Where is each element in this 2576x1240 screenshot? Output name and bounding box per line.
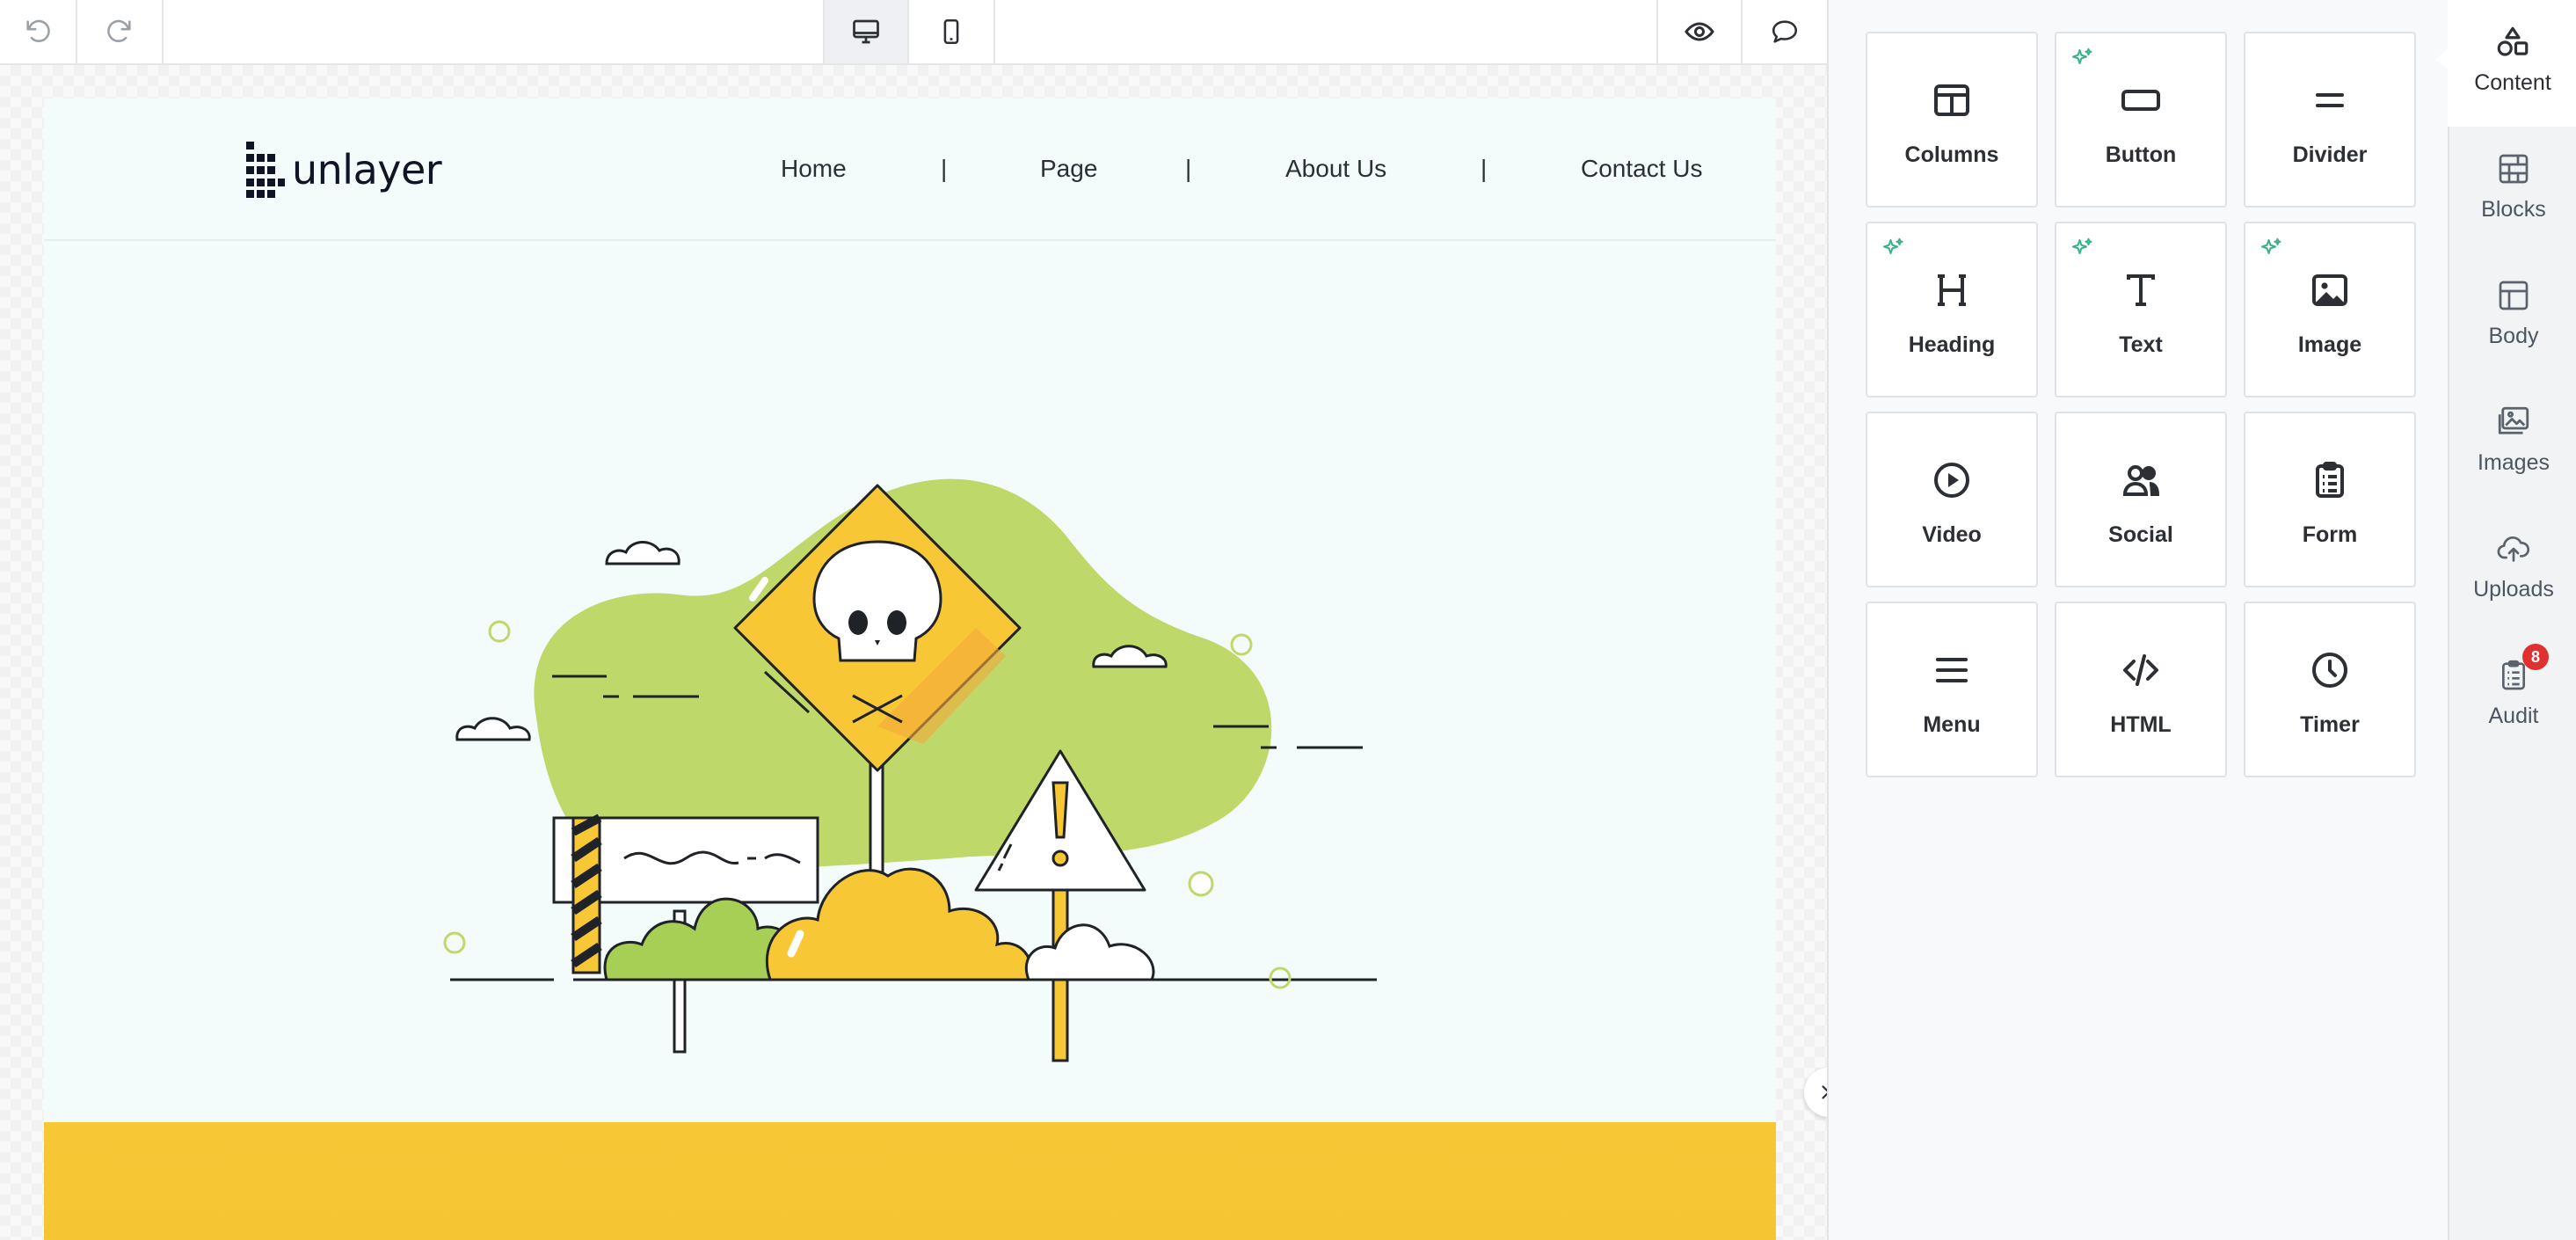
nav-item-about-us[interactable]: About Us <box>1285 155 1386 183</box>
tab-label: Images <box>2478 450 2550 475</box>
tile-menu[interactable]: Menu <box>1866 602 2038 777</box>
nav-separator: | <box>1481 155 1488 182</box>
tile-social[interactable]: Social <box>2055 412 2227 587</box>
image-icon <box>2312 274 2347 306</box>
undo-button[interactable] <box>0 0 77 63</box>
mobile-view-button[interactable] <box>909 0 995 63</box>
tile-button[interactable]: Button <box>2055 32 2227 208</box>
logo-mark-icon <box>246 142 285 198</box>
html-icon <box>2123 654 2158 686</box>
tile-html[interactable]: HTML <box>2055 602 2227 777</box>
text-icon <box>2127 274 2155 306</box>
tile-image[interactable]: Image <box>2244 222 2416 398</box>
tab-label: Blocks <box>2481 197 2546 222</box>
undo-icon <box>26 19 50 42</box>
desktop-view-button[interactable] <box>823 0 909 63</box>
tile-label: Divider <box>2292 142 2368 167</box>
sparkles-icon <box>2261 237 2281 254</box>
divider-icon <box>2316 93 2344 107</box>
eye-icon <box>1685 22 1714 41</box>
tile-label: Columns <box>1904 142 1999 167</box>
yellow-section[interactable] <box>44 1122 1776 1240</box>
email-header[interactable]: unlayer Home | Page | About Us | Contact… <box>44 98 1776 241</box>
mobile-icon <box>943 18 959 45</box>
tab-images[interactable]: Images <box>2449 380 2576 507</box>
email-nav-menu: Home | Page | About Us | Contact Us <box>737 155 1730 190</box>
editor-area: unlayer Home | Page | About Us | Contact… <box>0 0 1827 1240</box>
tile-label: Image <box>2297 332 2362 357</box>
comment-icon <box>1772 20 1798 43</box>
video-icon <box>1934 463 1969 498</box>
tab-label: Audit <box>2488 704 2539 728</box>
tile-label: Text <box>2119 332 2163 357</box>
tile-label: Video <box>1922 522 1982 547</box>
tile-heading[interactable]: Heading <box>1866 222 2038 398</box>
tile-video[interactable]: Video <box>1866 412 2038 587</box>
columns-icon <box>1934 84 1969 116</box>
tab-blocks[interactable]: Blocks <box>2449 127 2576 253</box>
editor-toolbar <box>0 0 1827 65</box>
side-tabs: Content Blocks Body Images Uploads 8 Aud… <box>2448 0 2576 1240</box>
button-icon <box>2121 90 2160 111</box>
social-icon <box>2122 465 2160 496</box>
tile-label: Menu <box>1923 712 1981 737</box>
content-panel: Columns Button Divider Heading Text Imag… <box>1827 0 2448 1240</box>
timer-icon <box>2312 653 2347 688</box>
tab-label: Content <box>2474 70 2551 95</box>
preview-button[interactable] <box>1656 0 1743 63</box>
body-icon <box>2499 281 2529 310</box>
tile-text[interactable]: Text <box>2055 222 2227 398</box>
tile-timer[interactable]: Timer <box>2244 602 2416 777</box>
tab-body[interactable]: Body <box>2449 253 2576 380</box>
audit-count-badge: 8 <box>2522 644 2549 670</box>
heading-icon <box>1938 274 1966 306</box>
tab-content[interactable]: Content <box>2448 0 2576 127</box>
tile-label: Form <box>2302 522 2358 547</box>
images-icon <box>2498 406 2529 434</box>
tile-label: Button <box>2105 142 2177 167</box>
logo: unlayer <box>246 141 442 199</box>
redo-icon <box>107 19 131 42</box>
tab-label: Body <box>2488 324 2539 348</box>
tile-label: Heading <box>1908 332 1996 357</box>
nav-separator: | <box>941 155 948 182</box>
tab-audit[interactable]: 8 Audit <box>2449 633 2576 760</box>
sparkles-icon <box>2072 47 2092 64</box>
shapes-icon <box>2497 26 2529 56</box>
menu-icon <box>1936 658 1968 682</box>
tab-label: Uploads <box>2473 577 2554 602</box>
logo-text: unlayer <box>292 146 442 193</box>
sparkles-icon <box>2072 237 2092 254</box>
tile-label: Social <box>2108 522 2173 547</box>
warning-signs-illustration <box>443 478 1377 1062</box>
redo-button[interactable] <box>77 0 164 63</box>
nav-item-page[interactable]: Page <box>1040 155 1097 183</box>
email-preview[interactable]: unlayer Home | Page | About Us | Contact… <box>44 98 1776 1240</box>
tile-columns[interactable]: Columns <box>1866 32 2038 208</box>
form-icon <box>2316 462 2344 498</box>
tile-label: HTML <box>2110 712 2172 737</box>
tile-label: Timer <box>2300 712 2360 737</box>
upload-icon <box>2497 536 2530 562</box>
sparkles-icon <box>1883 237 1903 254</box>
nav-separator: | <box>1185 155 1192 182</box>
tile-divider[interactable]: Divider <box>2244 32 2416 208</box>
tile-form[interactable]: Form <box>2244 412 2416 587</box>
nav-item-home[interactable]: Home <box>781 155 847 183</box>
desktop-icon <box>853 19 879 44</box>
comments-button[interactable] <box>1743 0 1827 63</box>
blocks-icon <box>2499 154 2529 184</box>
tab-uploads[interactable]: Uploads <box>2449 507 2576 633</box>
nav-item-contact-us[interactable]: Contact Us <box>1581 155 1703 183</box>
hero-illustration <box>44 243 1776 1122</box>
